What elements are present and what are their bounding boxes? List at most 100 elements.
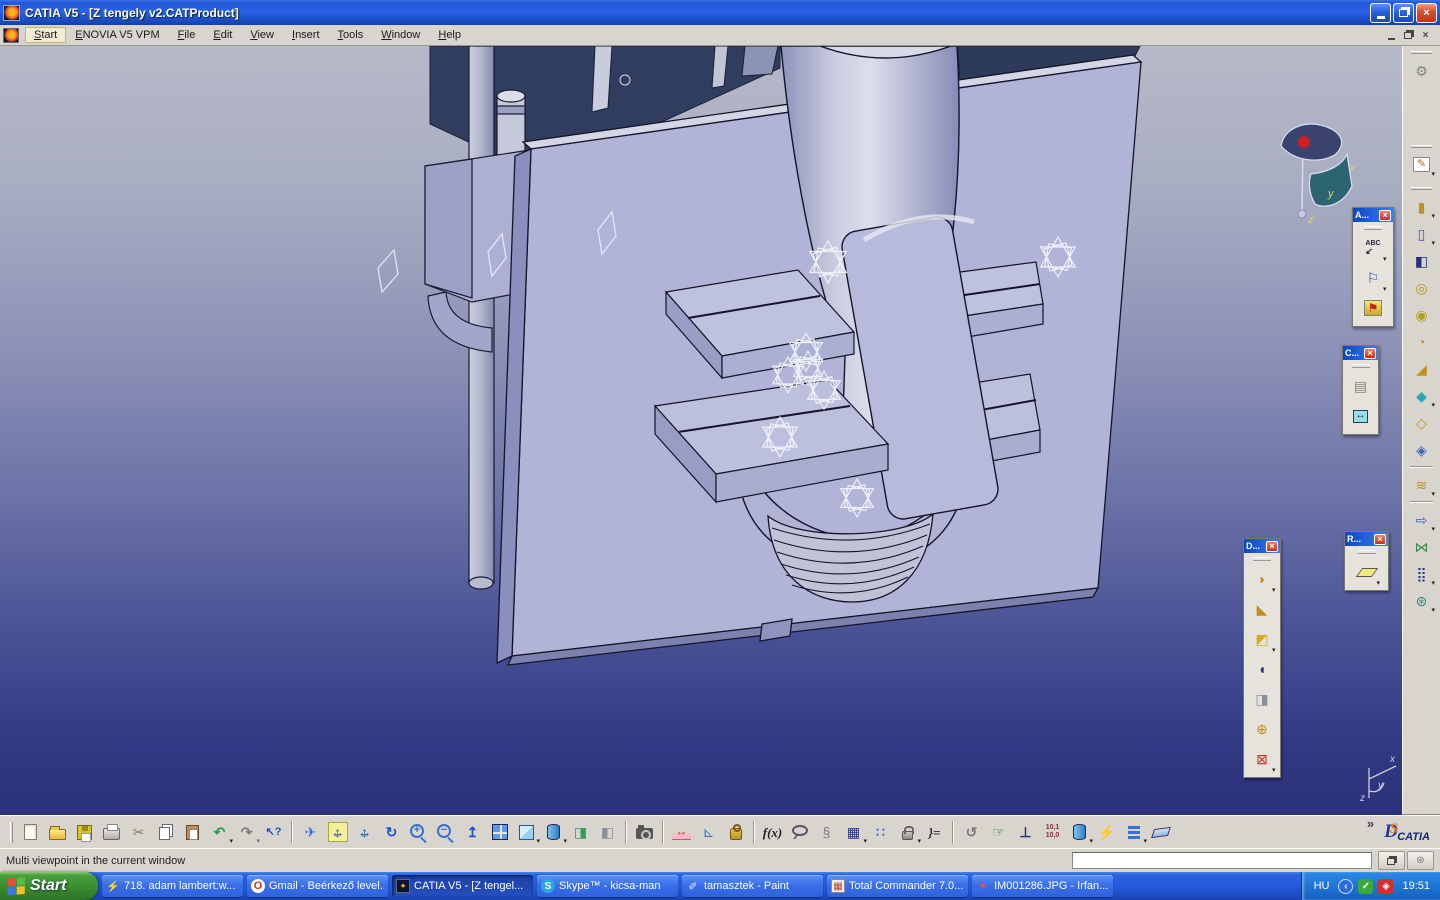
toolbar-drag-handle[interactable] <box>1411 187 1432 190</box>
scaling-button[interactable]: ⊛▾ <box>1408 587 1435 614</box>
sketcher-button[interactable]: ✎▾ <box>1408 151 1435 178</box>
normal-view-button[interactable]: ↥ <box>459 819 486 845</box>
rotate-button[interactable]: ↻ <box>378 819 405 845</box>
draft-angle-button[interactable]: ◩▾ <box>1249 624 1276 654</box>
dropdown-caret-icon[interactable]: ▾ <box>1431 491 1435 498</box>
dropdown-caret-icon[interactable]: ▾ <box>1431 580 1435 587</box>
pad-button[interactable]: ▮▾ <box>1408 193 1435 220</box>
drag-handle[interactable] <box>1253 557 1271 561</box>
measure-inertia-button[interactable] <box>722 819 749 845</box>
annotation-3d-button[interactable]: ⚑ <box>1360 293 1387 323</box>
open-button[interactable] <box>44 819 71 845</box>
restore-button[interactable] <box>1393 3 1414 23</box>
text-with-leader-button[interactable]: ABC▾ <box>1360 233 1387 263</box>
menu-item-edit[interactable]: Edit <box>204 27 241 43</box>
dropdown-caret-icon[interactable]: ▾ <box>1272 647 1276 654</box>
support-rod[interactable] <box>469 46 494 589</box>
close-button[interactable]: × <box>1416 3 1437 23</box>
dress-up-features-toolbar[interactable]: D...× ◗▾◣◩▾◖◨⊕⊠▾ <box>1243 538 1281 778</box>
dropdown-caret-icon[interactable]: ▾ <box>1272 767 1276 774</box>
minimize-button[interactable] <box>1370 3 1391 23</box>
dropdown-caret-icon[interactable]: ▾ <box>1431 607 1435 614</box>
clash-button[interactable]: ⚡ <box>1093 819 1120 845</box>
multi-sections-solid-button[interactable]: ◆▾ <box>1408 382 1435 409</box>
menu-item-tools[interactable]: Tools <box>329 27 373 43</box>
cut-button[interactable]: ✂ <box>125 819 152 845</box>
dropdown-caret-icon[interactable]: ▾ <box>1431 526 1435 533</box>
copy-button[interactable] <box>152 819 179 845</box>
isometric-view-button[interactable]: ▾ <box>513 819 540 845</box>
task-skype[interactable]: SSkype™ - kicsa-man <box>537 875 678 897</box>
redo-button[interactable]: ↷▾ <box>233 819 260 845</box>
zoom-out-button[interactable]: − <box>432 819 459 845</box>
dropdown-caret-icon[interactable]: ▾ <box>1431 240 1435 247</box>
dropdown-caret-icon[interactable]: ▾ <box>1431 213 1435 220</box>
dropdown-caret-icon[interactable]: ▾ <box>1431 171 1435 178</box>
zoom-in-button[interactable]: + <box>405 819 432 845</box>
mdi-close-button[interactable]: × <box>1417 28 1434 43</box>
3d-viewport[interactable]: x y z x y z A...× ABC▾⚐▾⚑ <box>0 46 1402 815</box>
task-paint[interactable]: ✐tamasztek - Paint <box>682 875 823 897</box>
shell-button[interactable]: ◖ <box>1249 654 1276 684</box>
clock[interactable]: 19:51 <box>1402 880 1430 892</box>
thickness-button[interactable]: ◨ <box>1249 684 1276 714</box>
swap-visible-space-button[interactable]: ◧ <box>594 819 621 845</box>
translate-button[interactable]: ⇨▾ <box>1408 506 1435 533</box>
task-winamp[interactable]: ⚡718. adam lambert:w... <box>102 875 243 897</box>
remove-face-button[interactable]: ⊠▾ <box>1249 744 1276 774</box>
formula-button[interactable]: f(x) <box>759 819 786 845</box>
pocket-button[interactable]: ▯▾ <box>1408 220 1435 247</box>
menu-item-file[interactable]: File <box>169 27 205 43</box>
menu-item-start[interactable]: Start <box>25 27 66 43</box>
mdi-restore-button[interactable] <box>1400 28 1417 43</box>
update-button[interactable]: ⚙ <box>1408 57 1435 84</box>
close-icon[interactable]: × <box>1379 210 1391 221</box>
task-gmail-opera[interactable]: OGmail - Beérkező level... <box>247 875 388 897</box>
design-table-button[interactable]: ▦▾ <box>840 819 867 845</box>
flag-note-with-leader-button[interactable]: ⚐▾ <box>1360 263 1387 293</box>
constraints-toolbar[interactable]: C...× ▤↔ <box>1342 345 1379 435</box>
groove-button[interactable]: ◎ <box>1408 274 1435 301</box>
start-button[interactable]: Start <box>0 872 98 900</box>
close-icon[interactable]: × <box>1364 348 1376 359</box>
split-button[interactable]: ◧ <box>1408 247 1435 274</box>
power-input-field[interactable] <box>1072 852 1372 869</box>
toolbar-drag-handle[interactable] <box>1411 145 1432 148</box>
reference-elements-toolbar[interactable]: R...× ▾ <box>1344 531 1389 591</box>
tray-app-icon[interactable]: ◈ <box>1378 879 1393 894</box>
menu-item-help[interactable]: Help <box>429 27 470 43</box>
print-button[interactable] <box>98 819 125 845</box>
removed-loft-button[interactable]: ◈ <box>1408 436 1435 463</box>
drag-handle[interactable] <box>1352 364 1370 368</box>
annotations-toolbar-title[interactable]: A...× <box>1353 208 1393 222</box>
paste-button[interactable] <box>179 819 206 845</box>
undo-button[interactable]: ↶▾ <box>206 819 233 845</box>
toolbar-drag-handle[interactable] <box>1411 51 1432 54</box>
manipulation-button[interactable]: ☞ <box>985 819 1012 845</box>
knowledge-expert-button[interactable]: § <box>813 819 840 845</box>
rib-button[interactable]: ◔ <box>1408 328 1435 355</box>
plane-button[interactable]: ▾ <box>1353 557 1380 587</box>
edge-fillet-button[interactable]: ◗▾ <box>1249 564 1276 594</box>
toolbar-overflow-button[interactable]: » <box>1367 816 1374 831</box>
menu-item-insert[interactable]: Insert <box>283 27 329 43</box>
dropdown-caret-icon[interactable]: ▾ <box>1376 580 1380 587</box>
dress-up-features-toolbar-title[interactable]: D...× <box>1244 539 1280 553</box>
fly-mode-button[interactable]: ✈ <box>297 819 324 845</box>
drag-handle[interactable] <box>1364 226 1382 230</box>
hole-button[interactable]: ◉ <box>1408 301 1435 328</box>
mirror-button[interactable]: ⋈ <box>1408 533 1435 560</box>
constraints-bed-button[interactable]: ▤ <box>1347 371 1374 401</box>
knowledge-template-button[interactable]: ∷ <box>867 819 894 845</box>
reference-elements-toolbar-title[interactable]: R...× <box>1345 532 1388 546</box>
task-total-commander[interactable]: ▦Total Commander 7.0... <box>827 875 968 897</box>
mdi-minimize-button[interactable] <box>1383 28 1400 43</box>
task-catia[interactable]: ✦CATIA V5 - [Z tengel... <box>392 875 533 897</box>
chamfer-button[interactable]: ◣ <box>1249 594 1276 624</box>
save-button[interactable] <box>71 819 98 845</box>
body-object-button[interactable]: ▾ <box>1066 819 1093 845</box>
lock-button[interactable]: ▾ <box>894 819 921 845</box>
close-icon[interactable]: × <box>1266 541 1278 552</box>
view-compass[interactable]: x y z <box>1281 124 1356 226</box>
snap-coordinates-button[interactable]: 10,1 10,0 <box>1039 819 1066 845</box>
